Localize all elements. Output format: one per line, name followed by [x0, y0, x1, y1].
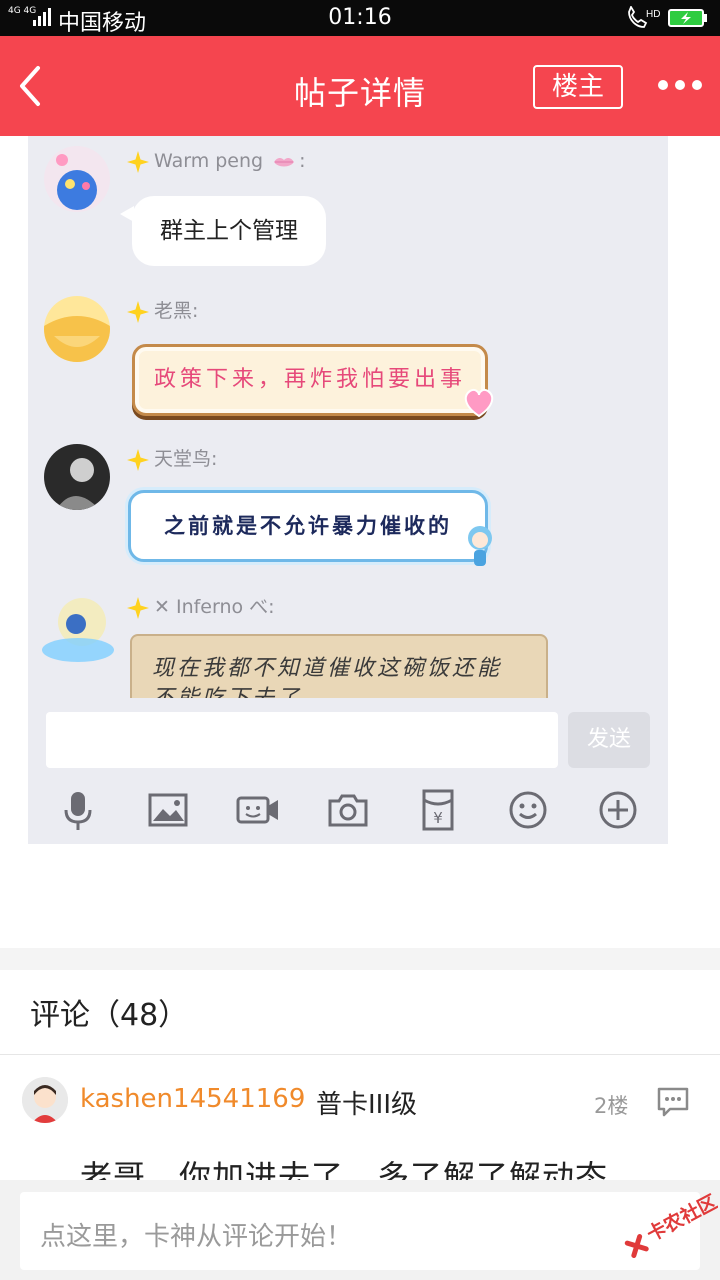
chat-bubble: 政策下来，再炸我怕要出事 — [132, 344, 488, 416]
comment-bar: 点这里，卡神从评论开始！ — [0, 1180, 720, 1280]
star-badge-icon — [127, 596, 149, 619]
plus-icon[interactable] — [596, 788, 640, 832]
chat-message: ✕ Inferno べ: 现在我都不知道催收这碗饭还能 不能吃下去了 — [28, 590, 668, 738]
sender-name: 老黑: — [154, 300, 199, 322]
chat-input-area: 发送 ¥ — [28, 698, 668, 844]
avatar — [42, 598, 114, 662]
chat-message: 天堂鸟: 之前就是不允许暴力催收的 — [28, 442, 668, 572]
chat-message: 老黑: 政策下来，再炸我怕要出事 — [28, 294, 668, 424]
chat-bubble: 之前就是不允许暴力催收的 — [128, 490, 488, 562]
comment-username[interactable]: kashen14541169 — [80, 1084, 305, 1114]
status-bar: 4G 4G 中国移动 01:16 HD — [0, 0, 720, 36]
sender-name: 天堂鸟: — [154, 448, 218, 470]
comments-header: 评论（48） — [30, 998, 189, 1033]
chat-text-input[interactable] — [46, 712, 558, 768]
image-icon[interactable] — [146, 788, 190, 832]
camera-icon[interactable] — [326, 788, 370, 832]
post-image[interactable]: Warm peng : 群主上个管理 老黑: 政策下来，再炸我怕要出事 天堂鸟:… — [28, 136, 668, 844]
top-nav-bar: 帖子详情 楼主 — [0, 36, 720, 136]
send-button[interactable]: 发送 — [568, 712, 650, 768]
svg-text:¥: ¥ — [433, 809, 443, 827]
chat-bubble-line: 现在我都不知道催收这碗饭还能 — [152, 656, 503, 681]
divider — [0, 1054, 720, 1055]
avatar — [44, 146, 110, 212]
comment-input[interactable]: 点这里，卡神从评论开始！ — [20, 1192, 700, 1270]
sender-suffix: : — [299, 150, 306, 172]
call-hd-icon: HD — [628, 6, 660, 28]
video-icon[interactable] — [236, 788, 280, 832]
hd-label: HD — [646, 9, 660, 20]
reply-icon[interactable] — [656, 1086, 690, 1118]
more-dots-icon[interactable] — [656, 78, 704, 92]
user-level-badge: 普卡III级 — [316, 1090, 418, 1120]
op-only-button[interactable]: 楼主 — [533, 65, 623, 109]
comment-placeholder: 点这里，卡神从评论开始！ — [40, 1222, 353, 1252]
clock: 01:16 — [328, 5, 392, 30]
chat-bubble: 群主上个管理 — [120, 196, 326, 266]
chat-message: Warm peng : 群主上个管理 — [28, 144, 668, 274]
star-badge-icon — [127, 300, 149, 323]
avatar — [44, 444, 110, 510]
floor-number: 2楼 — [594, 1094, 629, 1118]
anime-sticker-icon — [468, 526, 492, 566]
star-badge-icon — [127, 150, 149, 173]
lips-icon — [274, 157, 295, 166]
heart-icon — [464, 388, 494, 418]
red-packet-icon[interactable]: ¥ — [416, 788, 460, 832]
watermark-text: 卡农社区 — [643, 1190, 718, 1246]
emoji-icon[interactable] — [506, 788, 550, 832]
star-badge-icon — [127, 448, 149, 471]
sender-name: ✕ Inferno べ: — [154, 596, 275, 618]
avatar[interactable] — [22, 1077, 68, 1123]
avatar — [44, 296, 110, 362]
microphone-icon[interactable] — [56, 788, 100, 832]
section-divider — [0, 948, 720, 970]
sender-name: Warm peng — [154, 150, 264, 172]
battery-charging-icon — [668, 9, 707, 27]
watermark-logo: 卡农社区 — [624, 1190, 718, 1258]
